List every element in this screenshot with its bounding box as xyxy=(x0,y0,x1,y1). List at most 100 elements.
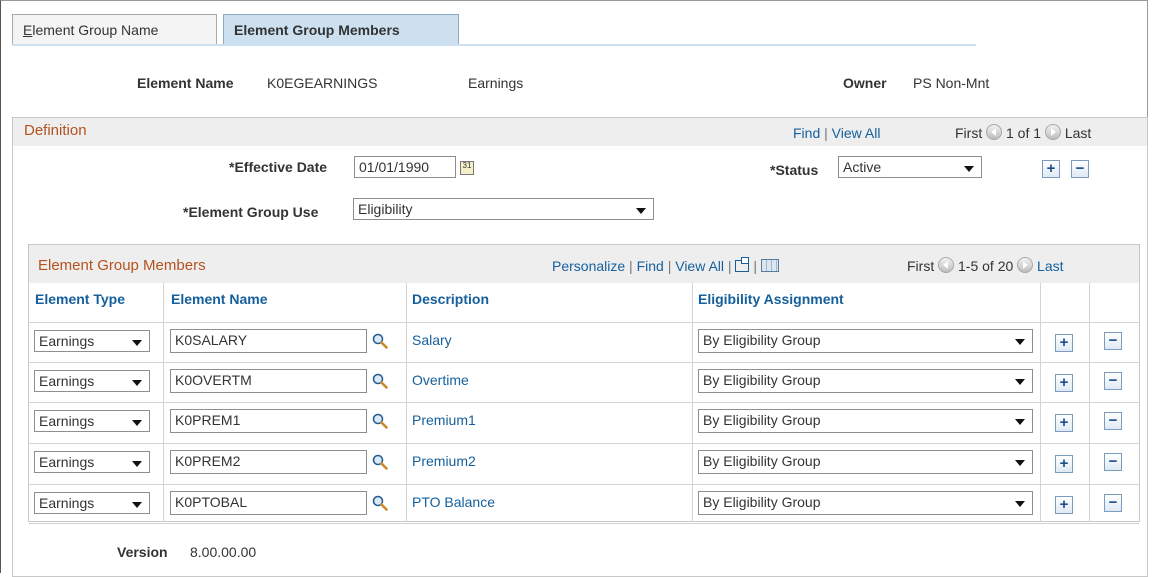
eligibility-assignment-select[interactable]: By Eligibility Group xyxy=(698,369,1033,393)
definition-pager: First 1 of 1 Last xyxy=(955,124,1091,141)
description-link[interactable]: Salary xyxy=(412,332,452,348)
search-icon[interactable] xyxy=(372,454,388,470)
chevron-down-icon xyxy=(1015,339,1025,345)
effective-date-input[interactable]: 01/01/1990 xyxy=(354,156,456,178)
eligibility-assignment-value: By Eligibility Group xyxy=(703,332,821,348)
chevron-down-icon xyxy=(636,208,646,214)
remove-row-button[interactable]: − xyxy=(1104,412,1122,430)
search-icon[interactable] xyxy=(372,373,388,389)
last-label: Last xyxy=(1064,125,1092,141)
tab-element-group-members[interactable]: Element Group Members xyxy=(223,14,459,45)
column-header-element-name[interactable]: Element Name xyxy=(171,291,267,307)
remove-row-button[interactable]: − xyxy=(1071,160,1089,178)
separator: | xyxy=(727,258,732,274)
remove-row-button[interactable]: − xyxy=(1104,453,1122,471)
description-link[interactable]: PTO Balance xyxy=(412,494,495,510)
status-label: *Status xyxy=(770,162,819,178)
element-name-input[interactable]: K0PREM1 xyxy=(170,409,367,433)
remove-row-button[interactable]: − xyxy=(1104,372,1122,390)
download-grid-icon[interactable] xyxy=(760,259,779,272)
group-use-select[interactable]: Eligibility xyxy=(353,198,654,220)
element-type-select[interactable]: Earnings xyxy=(34,492,150,514)
eligibility-assignment-select[interactable]: By Eligibility Group xyxy=(698,409,1033,433)
eligibility-assignment-select[interactable]: By Eligibility Group xyxy=(698,329,1033,353)
column-header-element-type[interactable]: Element Type xyxy=(35,291,125,307)
chevron-down-icon xyxy=(132,502,142,508)
grid-pager: First 1-5 of 20 Last xyxy=(907,257,1064,274)
last-link[interactable]: Last xyxy=(1037,258,1063,274)
add-row-button[interactable]: + xyxy=(1055,414,1073,432)
first-label: First xyxy=(907,258,935,274)
status-value: Active xyxy=(843,159,882,175)
add-row-button[interactable]: + xyxy=(1055,496,1073,514)
add-row-button[interactable]: + xyxy=(1055,374,1073,392)
element-description: Earnings xyxy=(468,75,524,91)
separator: | xyxy=(824,125,828,141)
grid-toolbar: Personalize | Find | View All | | xyxy=(552,257,779,274)
description-link[interactable]: Overtime xyxy=(412,372,469,388)
status-select[interactable]: Active xyxy=(838,156,982,178)
next-icon[interactable] xyxy=(1017,257,1034,273)
version-value: 8.00.00.00 xyxy=(190,544,257,560)
view-all-link[interactable]: View All xyxy=(675,258,724,274)
description-link[interactable]: Premium2 xyxy=(412,453,476,469)
element-type-select[interactable]: Earnings xyxy=(34,330,150,352)
version-label: Version xyxy=(117,544,168,560)
add-row-button[interactable]: + xyxy=(1055,455,1073,473)
element-type-value: Earnings xyxy=(39,454,95,470)
eligibility-assignment-select[interactable]: By Eligibility Group xyxy=(698,491,1033,515)
tab-accesskey: E xyxy=(23,22,33,38)
chevron-down-icon xyxy=(964,166,974,172)
definition-title: Definition xyxy=(24,122,87,139)
column-header-description[interactable]: Description xyxy=(412,291,489,307)
eligibility-assignment-select[interactable]: By Eligibility Group xyxy=(698,450,1033,474)
element-type-select[interactable]: Earnings xyxy=(34,410,150,432)
search-icon[interactable] xyxy=(372,333,388,349)
chevron-down-icon xyxy=(132,340,142,346)
pager-range: 1 of 1 xyxy=(1006,125,1042,141)
column-header-eligibility-assignment[interactable]: Eligibility Assignment xyxy=(698,291,844,307)
separator: | xyxy=(667,258,672,274)
element-name-input[interactable]: K0PTOBAL xyxy=(170,491,367,515)
remove-row-button[interactable]: − xyxy=(1104,332,1122,350)
previous-icon[interactable] xyxy=(938,257,955,273)
tab-element-group-name[interactable]: Element Group Name xyxy=(12,14,217,45)
element-name-input[interactable]: K0PREM2 xyxy=(170,450,367,474)
element-type-value: Earnings xyxy=(39,333,95,349)
chevron-down-icon xyxy=(1015,379,1025,385)
remove-row-button[interactable]: − xyxy=(1104,494,1122,512)
chevron-down-icon xyxy=(1015,501,1025,507)
previous-icon[interactable] xyxy=(986,124,1003,140)
search-icon[interactable] xyxy=(372,413,388,429)
element-type-select[interactable]: Earnings xyxy=(34,370,150,392)
personalize-link[interactable]: Personalize xyxy=(552,258,625,274)
element-name-input[interactable]: K0SALARY xyxy=(170,329,367,353)
new-window-icon[interactable] xyxy=(735,257,750,272)
grid-title: Element Group Members xyxy=(38,257,206,274)
search-icon[interactable] xyxy=(372,495,388,511)
chevron-down-icon xyxy=(1015,419,1025,425)
group-use-label: *Element Group Use xyxy=(183,204,319,220)
element-name-label: Element Name xyxy=(137,75,234,91)
eligibility-assignment-value: By Eligibility Group xyxy=(703,453,821,469)
tab-underline xyxy=(12,44,976,46)
element-name-value: K0EGEARNINGS xyxy=(267,75,378,91)
element-type-select[interactable]: Earnings xyxy=(34,451,150,473)
calendar-icon[interactable]: 31 xyxy=(460,161,474,175)
add-row-button[interactable]: + xyxy=(1042,160,1060,178)
next-icon[interactable] xyxy=(1044,124,1061,140)
description-link[interactable]: Premium1 xyxy=(412,412,476,428)
chevron-down-icon xyxy=(132,420,142,426)
chevron-down-icon xyxy=(132,461,142,467)
owner-value: PS Non-Mnt xyxy=(913,75,990,91)
find-link[interactable]: Find xyxy=(793,125,820,141)
definition-nav: Find | View All xyxy=(793,125,880,141)
chevron-down-icon xyxy=(1015,460,1025,466)
add-row-button[interactable]: + xyxy=(1055,334,1073,352)
find-link[interactable]: Find xyxy=(637,258,664,274)
element-name-input[interactable]: K0OVERTM xyxy=(170,369,367,393)
eligibility-assignment-value: By Eligibility Group xyxy=(703,372,821,388)
tab-label: Element Group Members xyxy=(234,22,400,38)
effective-date-label: *Effective Date xyxy=(229,159,328,175)
view-all-link[interactable]: View All xyxy=(832,125,881,141)
